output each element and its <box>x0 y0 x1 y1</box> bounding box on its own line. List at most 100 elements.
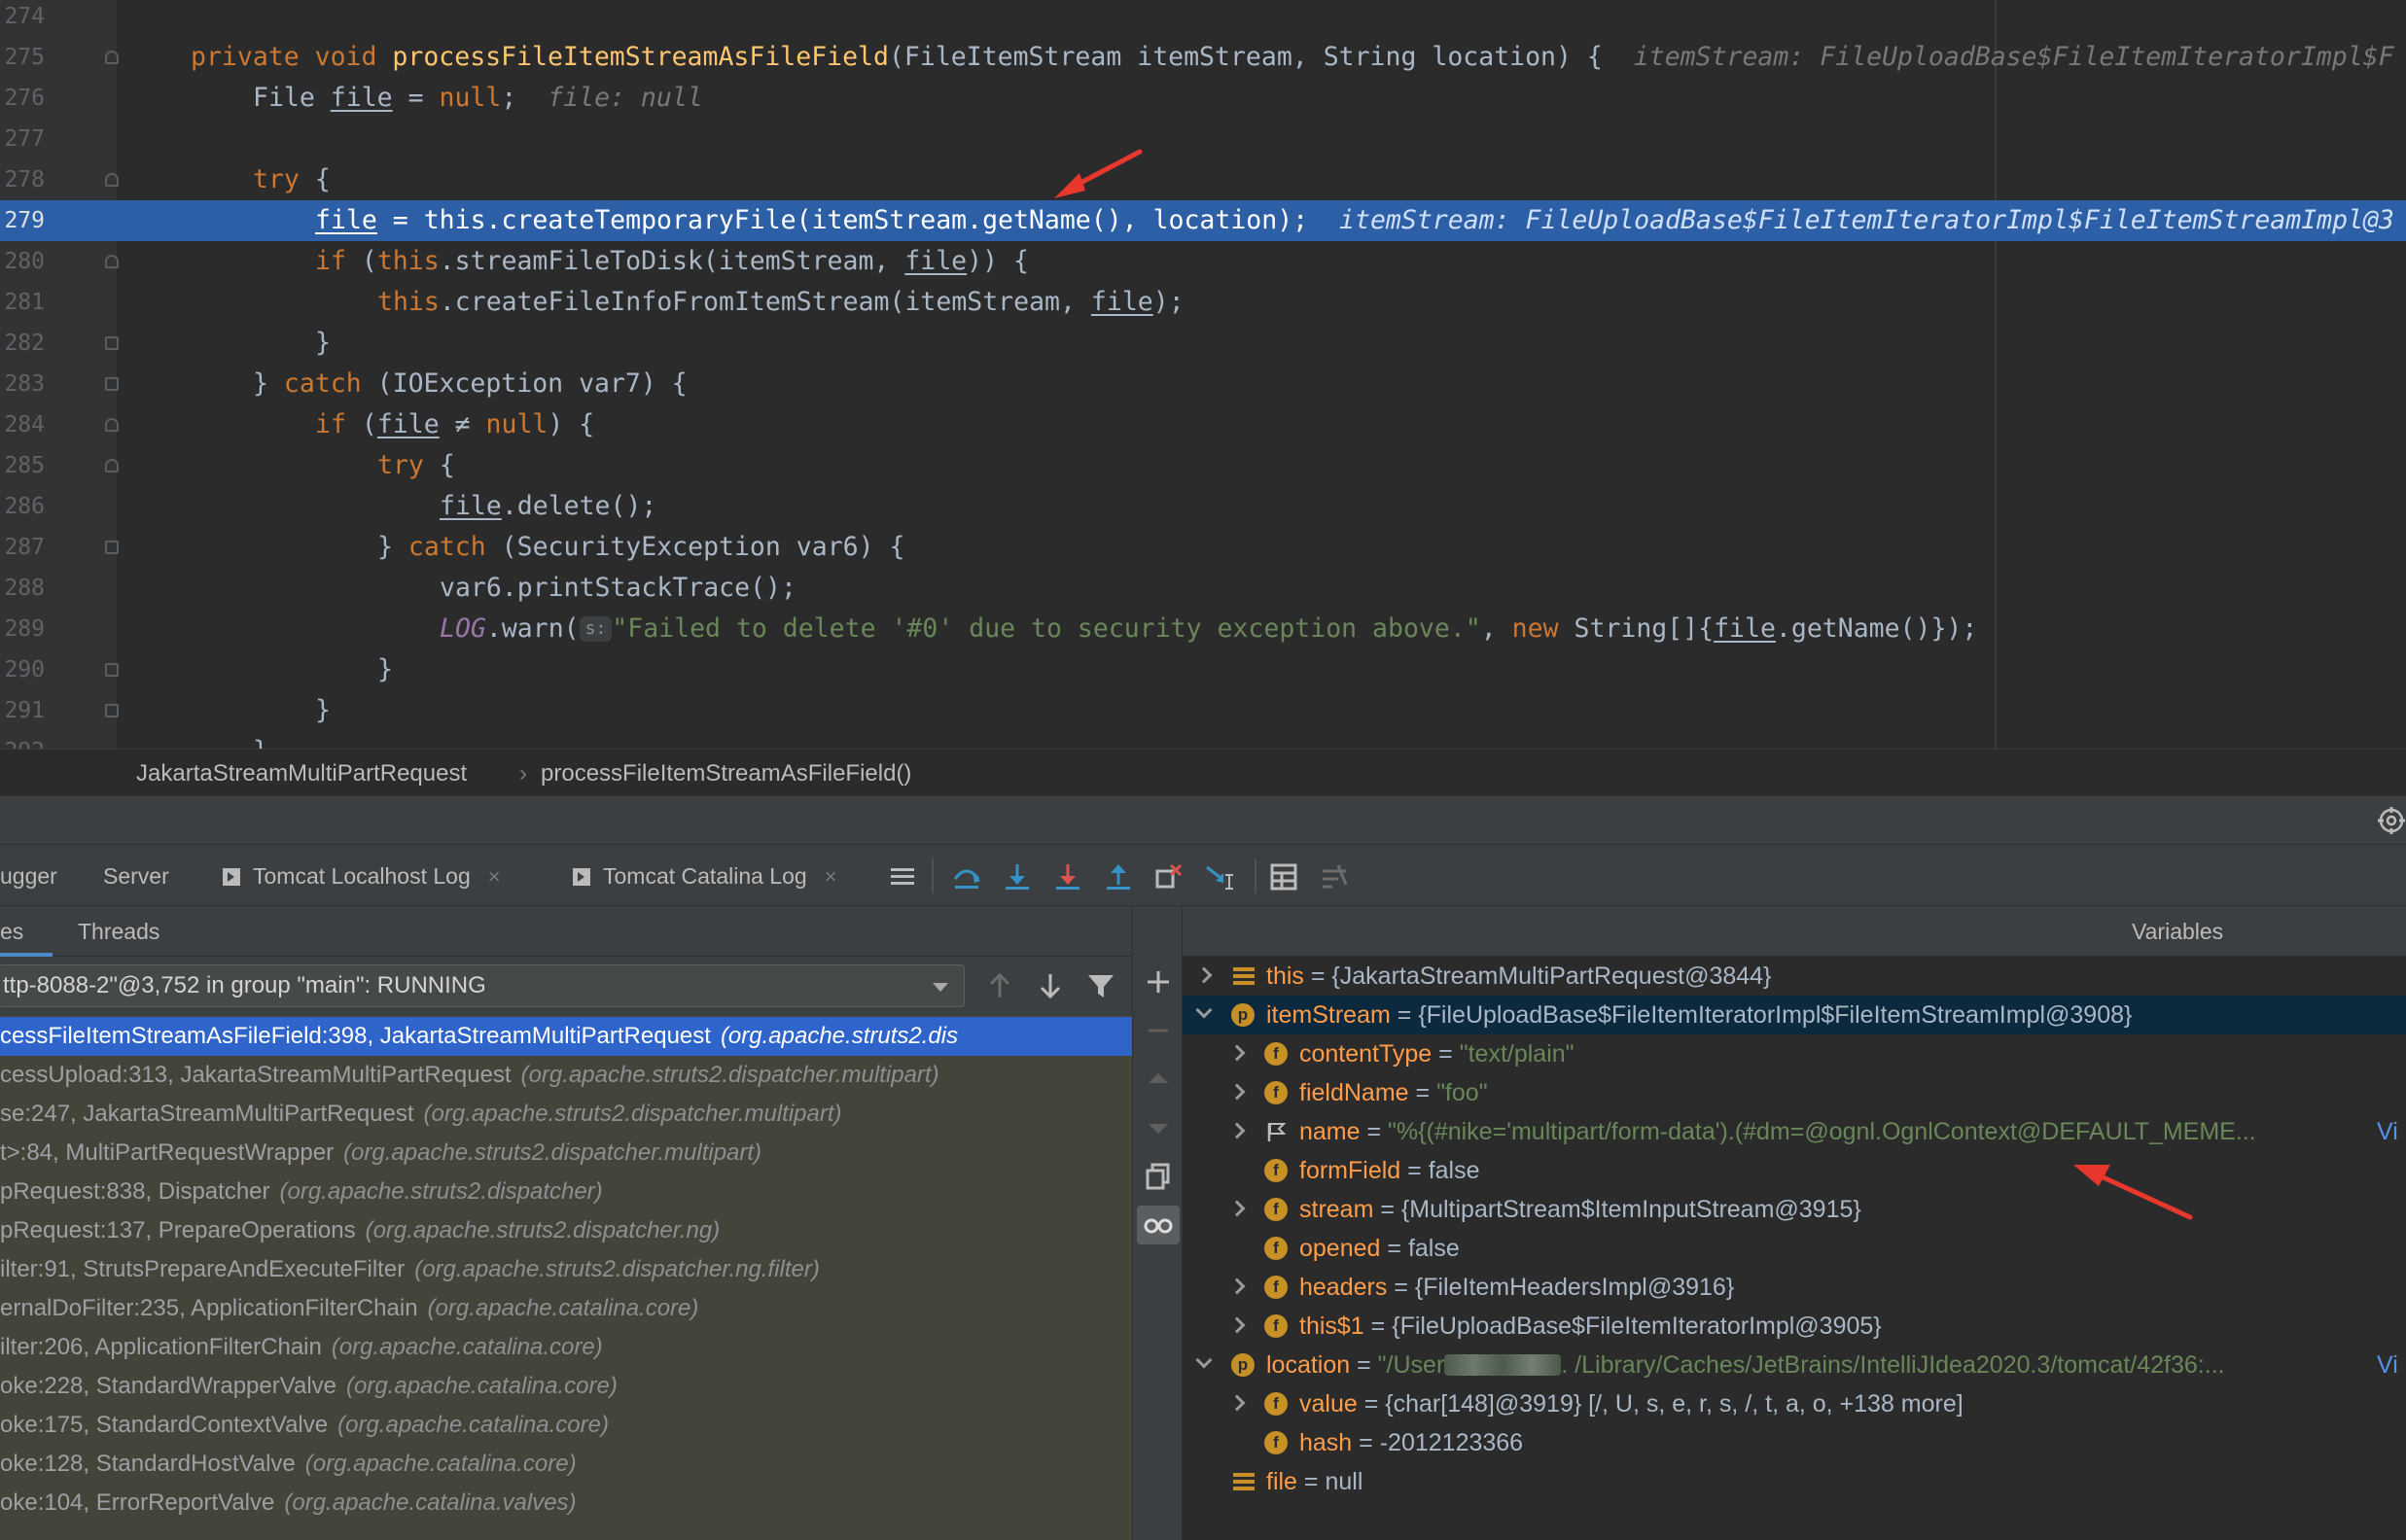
stack-frame[interactable]: oke:228, StandardWrapperValve (org.apache… <box>0 1367 1132 1406</box>
current-execution-line: 279 file = this.createTemporaryFile(item… <box>0 200 2406 241</box>
stack-frame[interactable]: se:247, JakartaStreamMultiPartRequest (or… <box>0 1095 1132 1134</box>
tab-threads[interactable]: Threads <box>78 906 159 957</box>
step-out-icon[interactable] <box>1103 861 1134 892</box>
watches-toggle[interactable] <box>1137 1206 1180 1244</box>
variable-row-headers[interactable]: f headers = {FileItemHeadersImpl@3916} <box>1183 1268 2406 1307</box>
step-over-icon[interactable] <box>951 861 982 892</box>
variable-row-itemstream[interactable]: p itemStream = {FileUploadBase$FileItemI… <box>1183 996 2406 1034</box>
tab-tomcat-catalina-log[interactable]: Tomcat Catalina Log × <box>572 845 837 907</box>
field-icon: f <box>1264 1081 1288 1104</box>
stack-frame[interactable]: ilter:91, StrutsPrepareAndExecuteFilter(… <box>0 1250 1132 1289</box>
code-line: 284 if (file ≠ null) { <box>0 404 2406 445</box>
arrow-up-icon[interactable] <box>984 970 1015 1001</box>
stack-frame[interactable]: ernalDoFilter:235, ApplicationFilterChai… <box>0 1289 1132 1328</box>
remove-watch-icon[interactable] <box>1143 1015 1174 1046</box>
tab-debugger[interactable]: ugger <box>0 845 57 907</box>
chevron-down-icon[interactable] <box>1195 1001 1213 1019</box>
breadcrumb-class[interactable]: JakartaStreamMultiPartRequest <box>136 760 467 788</box>
chevron-down-icon[interactable] <box>1195 1351 1213 1369</box>
chevron-right-icon[interactable] <box>1228 1394 1246 1412</box>
force-step-into-icon[interactable] <box>1052 861 1083 892</box>
stack-frame[interactable]: ilter:206, ApplicationFilterChain (org.ap… <box>0 1328 1132 1367</box>
fold-icon[interactable] <box>105 663 119 677</box>
fold-icon[interactable] <box>105 459 119 472</box>
code-line: 292 } <box>0 731 2406 749</box>
code-line: 277 <box>0 119 2406 159</box>
variable-row-location[interactable]: p location = "/User. /Library/Caches/Jet… <box>1183 1346 2406 1384</box>
view-link[interactable]: Vi <box>2377 1346 2398 1384</box>
variable-row-contenttype[interactable]: f contentType = "text/plain" <box>1183 1034 2406 1073</box>
fold-icon[interactable] <box>105 377 119 391</box>
chevron-right-icon[interactable] <box>1228 1200 1246 1217</box>
drop-frame-icon[interactable] <box>1153 861 1185 892</box>
code-text: } catch (IOException var7) { <box>253 368 688 399</box>
stack-frame[interactable]: cessFileItemStreamAsFileField:398, Jakar… <box>0 1017 1132 1056</box>
close-icon[interactable]: × <box>825 864 837 889</box>
console-icon <box>573 868 590 886</box>
stack-frame[interactable]: pRequest:838, Dispatcher (org.apache.stru… <box>0 1172 1132 1211</box>
inline-value-hint: itemStream: FileUploadBase$FileItemItera… <box>1339 205 2394 235</box>
fold-icon[interactable] <box>105 336 119 350</box>
variable-row-opened[interactable]: f opened = false <box>1183 1229 2406 1268</box>
redacted-username <box>1444 1354 1562 1376</box>
move-down-icon[interactable] <box>1143 1112 1174 1143</box>
stack-frame[interactable]: oke:175, StandardContextValve (org.apache… <box>0 1406 1132 1445</box>
chevron-right-icon[interactable] <box>1228 1044 1246 1062</box>
stack-frame[interactable]: cessUpload:313, JakartaStreamMultiPartRe… <box>0 1056 1132 1095</box>
variable-row-this[interactable]: this = {JakartaStreamMultiPartRequest@38… <box>1183 957 2406 996</box>
inline-value-hint: itemStream: FileUploadBase$FileItemItera… <box>1633 42 2394 72</box>
filter-icon[interactable] <box>1085 970 1116 1001</box>
red-arrow-annotation <box>2073 1165 2193 1220</box>
fold-icon[interactable] <box>105 418 119 432</box>
chevron-right-icon[interactable] <box>1228 1083 1246 1101</box>
fold-icon[interactable] <box>105 51 119 64</box>
fold-icon[interactable] <box>105 541 119 554</box>
variables-header: Variables <box>1183 906 2406 957</box>
step-into-icon[interactable] <box>1002 861 1033 892</box>
chevron-right-icon[interactable] <box>1228 1122 1246 1139</box>
variable-row-formfield[interactable]: f formField = false <box>1183 1151 2406 1190</box>
stack-frame[interactable]: oke:128, StandardHostValve (org.apache.ca… <box>0 1445 1132 1484</box>
code-line: 290 } <box>0 649 2406 690</box>
show-execution-point-icon[interactable] <box>887 861 918 892</box>
add-watch-icon[interactable] <box>1143 966 1174 998</box>
tab-tomcat-localhost-log[interactable]: Tomcat Localhost Log × <box>222 845 501 907</box>
chevron-right-icon[interactable] <box>1228 1278 1246 1295</box>
variable-row-this1[interactable]: f this$1 = {FileUploadBase$FileItemItera… <box>1183 1307 2406 1346</box>
code-text: file = this.createTemporaryFile(itemStre… <box>315 205 2394 235</box>
trace-current-stream-icon[interactable] <box>1319 861 1350 892</box>
variable-row-fieldname[interactable]: f fieldName = "foo" <box>1183 1073 2406 1112</box>
tab-frames[interactable]: es <box>0 906 53 957</box>
arrow-down-icon[interactable] <box>1035 970 1066 1001</box>
code-editor[interactable]: 274 275 private void processFileItemStre… <box>0 0 2406 749</box>
variable-row-file[interactable]: file = null <box>1183 1462 2406 1501</box>
move-up-icon[interactable] <box>1143 1064 1174 1095</box>
stack-frame[interactable]: pRequest:137, PrepareOperations (org.apac… <box>0 1211 1132 1250</box>
breadcrumb-method[interactable]: processFileItemStreamAsFileField() <box>541 760 911 788</box>
chevron-right-icon[interactable] <box>1228 1316 1246 1334</box>
frames-list[interactable]: cessFileItemStreamAsFileField:398, Jakar… <box>0 1015 1132 1540</box>
copy-icon[interactable] <box>1143 1161 1174 1192</box>
variable-row-stream[interactable]: f stream = {MultipartStream$ItemInputStr… <box>1183 1190 2406 1229</box>
variable-row-value[interactable]: f value = {char[148]@3919} [/, U, s, e, … <box>1183 1384 2406 1423</box>
gear-icon[interactable] <box>2377 806 2406 835</box>
variable-row-hash[interactable]: f hash = -2012123366 <box>1183 1423 2406 1462</box>
evaluate-expression-icon[interactable] <box>1268 861 1299 892</box>
code-line: 291 } <box>0 690 2406 731</box>
variables-tree[interactable]: this = {JakartaStreamMultiPartRequest@38… <box>1183 957 2406 1540</box>
field-icon: f <box>1264 1314 1288 1338</box>
code-line: 275 private void processFileItemStreamAs… <box>0 37 2406 78</box>
stack-frame[interactable]: t>:84, MultiPartRequestWrapper (org.apach… <box>0 1134 1132 1172</box>
tab-server[interactable]: Server <box>103 845 169 907</box>
fold-icon[interactable] <box>105 255 119 268</box>
fold-icon[interactable] <box>105 704 119 718</box>
stack-frame[interactable]: oke:104, ErrorReportValve (org.apache.cat… <box>0 1484 1132 1522</box>
code-text: File file = null; file: null <box>253 83 703 113</box>
close-icon[interactable]: × <box>488 864 501 889</box>
chevron-right-icon[interactable] <box>1195 966 1213 984</box>
thread-dropdown[interactable]: ttp-8088-2"@3,752 in group "main": RUNNI… <box>0 964 965 1007</box>
variable-row-name[interactable]: name = "%{(#nike='multipart/form-data').… <box>1183 1112 2406 1151</box>
view-link[interactable]: Vi <box>2377 1112 2398 1151</box>
run-to-cursor-icon[interactable] <box>1204 861 1235 892</box>
fold-icon[interactable] <box>105 173 119 187</box>
